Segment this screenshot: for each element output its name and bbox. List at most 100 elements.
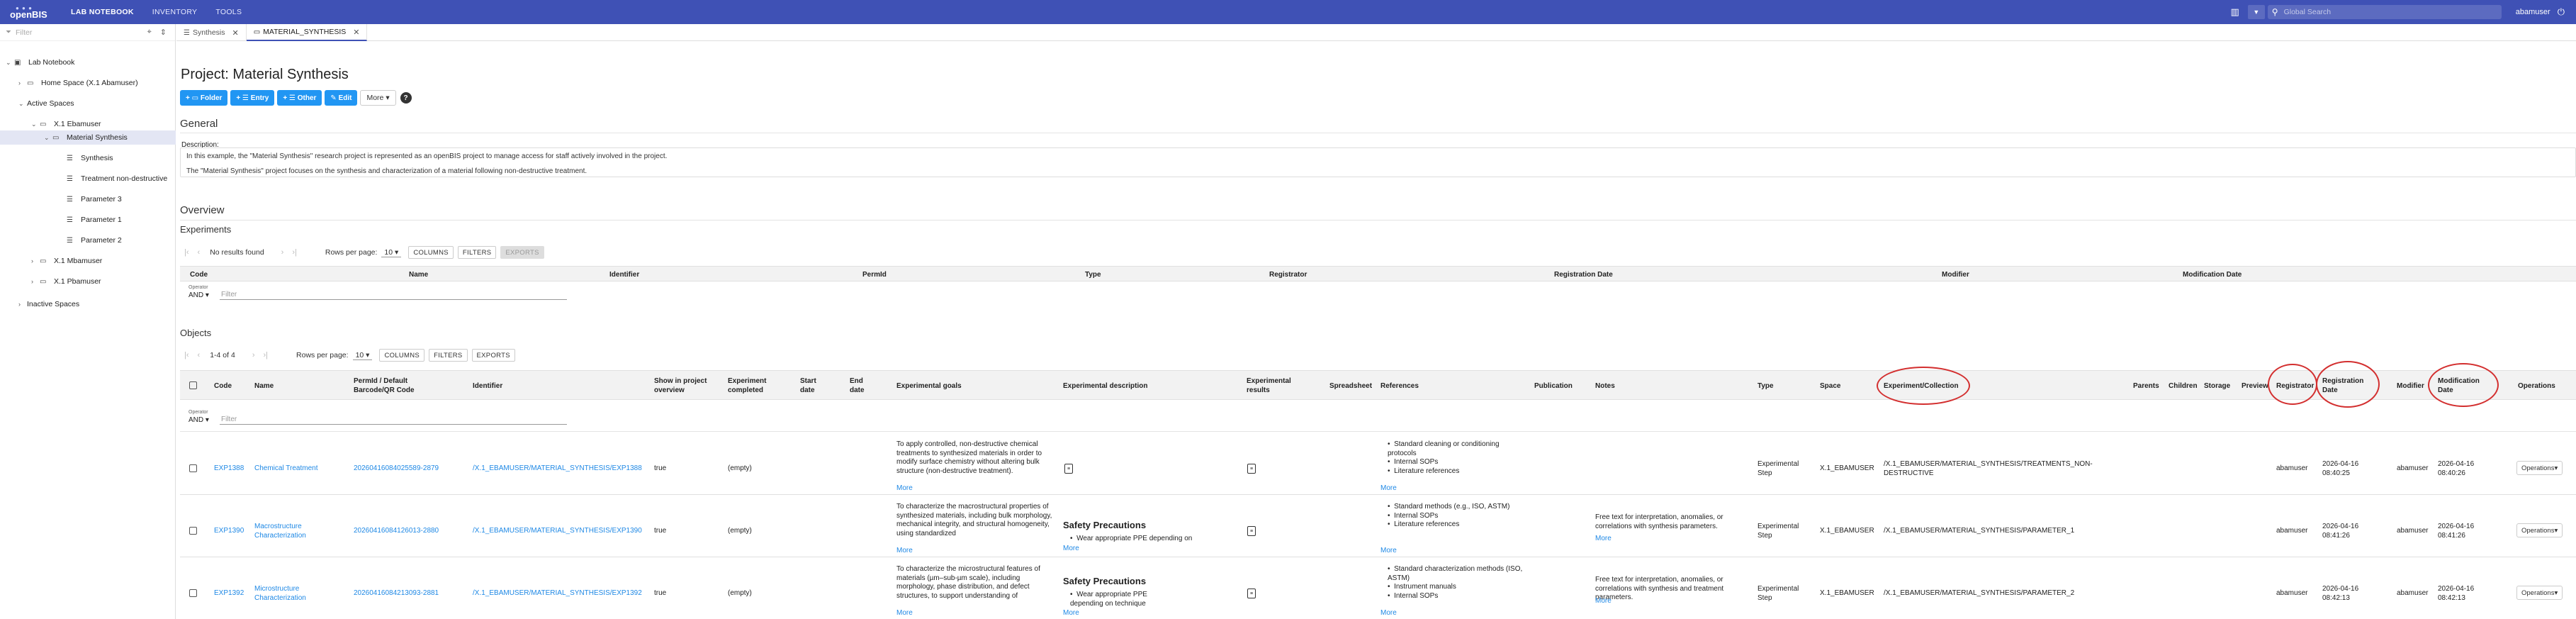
- object-code-link[interactable]: EXP1390: [214, 527, 244, 536]
- object-permid-link[interactable]: 20260416084126013-2880: [354, 527, 439, 536]
- objects-filter-input[interactable]: Filter: [220, 416, 567, 425]
- col-children[interactable]: Children: [2169, 381, 2198, 391]
- filters-button[interactable]: FILTERS: [429, 349, 468, 362]
- first-page-icon[interactable]: |‹: [184, 351, 189, 359]
- col-preview[interactable]: Preview: [2242, 381, 2268, 391]
- col-start-date[interactable]: Start date: [800, 377, 821, 395]
- help-icon[interactable]: ?: [400, 92, 412, 104]
- col-experiment-completed[interactable]: Experiment completed: [728, 377, 775, 395]
- sidebar-item-synthesis[interactable]: ☰ Synthesis: [67, 151, 176, 165]
- select-all-checkbox[interactable]: [189, 381, 197, 389]
- next-page-icon[interactable]: ›: [252, 351, 255, 359]
- sidebar-item-parameter-2[interactable]: ☰ Parameter 2: [67, 233, 176, 247]
- col-show-in-overview[interactable]: Show in project overview: [654, 377, 714, 395]
- filters-button[interactable]: FILTERS: [457, 246, 497, 259]
- last-page-icon[interactable]: ›|: [292, 248, 297, 257]
- col-publication[interactable]: Publication: [1534, 381, 1573, 391]
- col-references[interactable]: References: [1380, 381, 1419, 391]
- col-code[interactable]: Code: [190, 270, 208, 279]
- barcode-icon[interactable]: ▥: [2230, 6, 2239, 18]
- sidebar-item-material-synthesis[interactable]: ⌄ ▭ Material Synthesis: [0, 130, 176, 145]
- operations-button[interactable]: Operations ▾: [2516, 461, 2563, 475]
- object-permid-link[interactable]: 20260416084025589-2879: [354, 464, 439, 474]
- edit-button[interactable]: ✎ Edit: [325, 90, 358, 106]
- object-code-link[interactable]: EXP1388: [214, 464, 244, 474]
- nav-lab-notebook[interactable]: LAB NOTEBOOK: [62, 8, 143, 16]
- columns-button[interactable]: COLUMNS: [408, 246, 454, 259]
- col-end-date[interactable]: End date: [850, 377, 871, 395]
- operations-button[interactable]: Operations ▾: [2516, 586, 2563, 600]
- close-icon[interactable]: ✕: [353, 28, 359, 37]
- col-modifier[interactable]: Modifier: [2397, 381, 2424, 391]
- col-parents[interactable]: Parents: [2133, 381, 2159, 391]
- sidebar-item-x1-ebamuser[interactable]: ⌄ ▭ X.1 Ebamuser: [31, 117, 176, 131]
- search-scope-dropdown[interactable]: ▼: [2247, 5, 2265, 19]
- table-row[interactable]: EXP1388 Chemical Treatment 2026041608402…: [180, 433, 2576, 495]
- document-icon[interactable]: ≡: [1247, 589, 1256, 598]
- rows-per-page-select[interactable]: 10 ▾: [352, 351, 373, 360]
- close-icon[interactable]: ✕: [232, 28, 239, 38]
- table-row[interactable]: EXP1390 Macrostructure Characterization …: [180, 495, 2576, 557]
- row-checkbox[interactable]: [189, 527, 197, 535]
- table-row[interactable]: EXP1392 Microstructure Characterization …: [180, 557, 2576, 619]
- object-identifier-link[interactable]: /X.1_EBAMUSER/MATERIAL_SYNTHESIS/EXP1390: [473, 527, 642, 536]
- col-code[interactable]: Code: [214, 381, 232, 391]
- description-more-link[interactable]: More: [1063, 609, 1079, 618]
- references-more-link[interactable]: More: [1380, 609, 1397, 618]
- col-name[interactable]: Name: [254, 381, 274, 391]
- operator-select[interactable]: AND ▾: [189, 291, 209, 299]
- col-experimental-description[interactable]: Experimental description: [1063, 381, 1147, 391]
- col-modification-date[interactable]: Modification Date: [2183, 270, 2242, 279]
- openbis-logo[interactable]: ● ● ● openBIS: [0, 0, 53, 24]
- sidebar-item-treatment-non-destructive[interactable]: ☰ Treatment non-destructive: [67, 172, 176, 186]
- next-page-icon[interactable]: ›: [281, 248, 284, 257]
- col-spreadsheet[interactable]: Spreadsheet: [1329, 381, 1372, 391]
- new-entry-button[interactable]: + ☰ Entry: [230, 90, 275, 106]
- tab-synthesis[interactable]: ☰ Synthesis ✕: [176, 24, 247, 41]
- sidebar-item-x1-pbamuser[interactable]: › ▭ X.1 Pbamuser: [31, 274, 176, 289]
- operator-select[interactable]: AND ▾: [189, 416, 209, 424]
- col-registration-date[interactable]: Registration Date: [1554, 270, 1613, 279]
- col-experimental-results[interactable]: Experimental results: [1247, 377, 1296, 395]
- operations-button[interactable]: Operations ▾: [2516, 523, 2563, 537]
- col-storage[interactable]: Storage: [2204, 381, 2230, 391]
- columns-button[interactable]: COLUMNS: [379, 349, 425, 362]
- last-page-icon[interactable]: ›|: [263, 351, 268, 359]
- more-dropdown[interactable]: More ▾: [360, 90, 396, 106]
- col-name[interactable]: Name: [409, 270, 428, 279]
- sidebar-filter-input[interactable]: Filter: [16, 28, 147, 37]
- col-operations[interactable]: Operations: [2518, 381, 2555, 391]
- sidebar-item-home-space[interactable]: › ▭ Home Space (X.1 Abamuser): [18, 76, 176, 90]
- experiments-filter-input[interactable]: Filter: [220, 291, 567, 300]
- rows-per-page-select[interactable]: 10 ▾: [381, 248, 402, 257]
- row-checkbox[interactable]: [189, 589, 197, 597]
- prev-page-icon[interactable]: ‹: [198, 248, 201, 257]
- references-more-link[interactable]: More: [1380, 547, 1397, 556]
- col-registrator[interactable]: Registrator: [1269, 270, 1307, 279]
- col-modifier[interactable]: Modifier: [1942, 270, 1969, 279]
- object-code-link[interactable]: EXP1392: [214, 589, 244, 598]
- col-permid[interactable]: PermId: [862, 270, 887, 279]
- col-type[interactable]: Type: [1757, 381, 1774, 391]
- document-icon[interactable]: ≡: [1247, 464, 1256, 474]
- nav-tools[interactable]: TOOLS: [206, 8, 251, 16]
- object-name-link[interactable]: Macrostructure Characterization: [254, 523, 325, 540]
- global-search-input[interactable]: ⚲ Global Search: [2267, 5, 2502, 19]
- col-identifier[interactable]: Identifier: [609, 270, 639, 279]
- notes-more-link[interactable]: More: [1595, 597, 1612, 606]
- tab-material-synthesis[interactable]: ▭ MATERIAL_SYNTHESIS ✕: [246, 24, 368, 41]
- col-identifier[interactable]: Identifier: [473, 381, 502, 391]
- goals-more-link[interactable]: More: [896, 547, 913, 556]
- sidebar-item-active-spaces[interactable]: ⌄ Active Spaces: [18, 96, 176, 111]
- object-name-link[interactable]: Microstructure Characterization: [254, 585, 325, 603]
- new-other-button[interactable]: + ☰ Other: [277, 90, 322, 106]
- prev-page-icon[interactable]: ‹: [198, 351, 201, 359]
- sidebar-item-inactive-spaces[interactable]: › Inactive Spaces: [18, 297, 176, 311]
- object-identifier-link[interactable]: /X.1_EBAMUSER/MATERIAL_SYNTHESIS/EXP1388: [473, 464, 642, 474]
- description-more-link[interactable]: More: [1063, 545, 1079, 554]
- collapse-icon[interactable]: ⇕: [160, 28, 167, 37]
- nav-inventory[interactable]: INVENTORY: [143, 8, 207, 16]
- sidebar-item-parameter-3[interactable]: ☰ Parameter 3: [67, 192, 176, 206]
- goals-more-link[interactable]: More: [896, 484, 913, 493]
- col-experimental-goals[interactable]: Experimental goals: [896, 381, 962, 391]
